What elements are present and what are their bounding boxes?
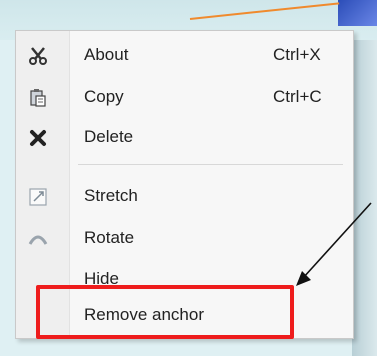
annotation-arrow: [296, 202, 372, 286]
